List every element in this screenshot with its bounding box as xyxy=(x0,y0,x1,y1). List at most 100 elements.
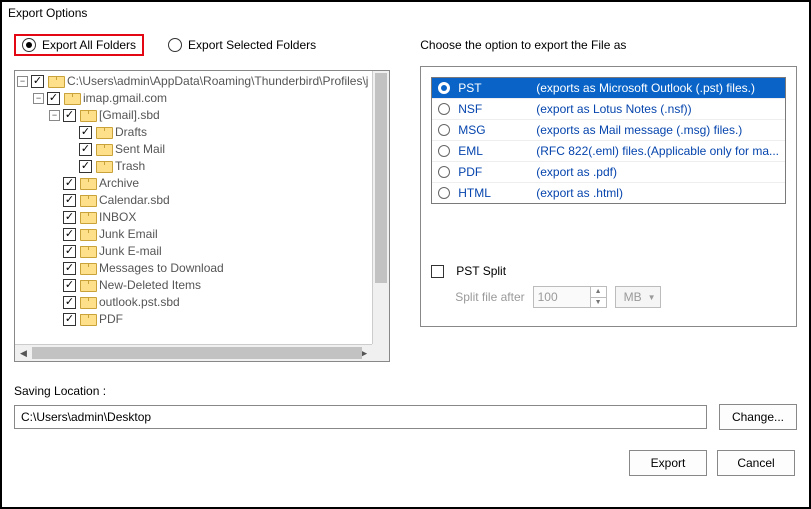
tree-row-junk-e-mail[interactable]: Junk E-mail xyxy=(17,243,372,260)
checkbox[interactable] xyxy=(31,75,44,88)
checkbox[interactable] xyxy=(63,313,76,326)
scrollbar-thumb[interactable] xyxy=(32,347,362,359)
scrollbar-thumb[interactable] xyxy=(375,73,387,283)
choose-format-label: Choose the option to export the File as xyxy=(420,38,797,52)
radio-icon xyxy=(438,124,450,136)
tree-label: Junk E-mail xyxy=(99,243,162,260)
tree-label: Calendar.sbd xyxy=(99,192,170,209)
tree-row-archive[interactable]: Archive xyxy=(17,175,372,192)
tree-row-messages-to-download[interactable]: Messages to Download xyxy=(17,260,372,277)
mode-radio-row: Export All Folders Export Selected Folde… xyxy=(14,34,390,56)
radio-export-selected[interactable]: Export Selected Folders xyxy=(164,36,320,54)
collapse-icon[interactable]: − xyxy=(49,110,60,121)
split-size-input[interactable] xyxy=(534,287,590,307)
format-description: (export as .html) xyxy=(536,186,779,200)
folder-icon xyxy=(80,178,95,190)
checkbox[interactable] xyxy=(63,109,76,122)
collapse-icon[interactable]: − xyxy=(17,76,28,87)
split-unit-select[interactable]: MB ▼ xyxy=(615,286,661,308)
tree-label: Junk Email xyxy=(99,226,158,243)
radio-dot-icon xyxy=(168,38,182,52)
tree-label: C:\Users\admin\AppData\Roaming\Thunderbi… xyxy=(67,73,368,90)
checkbox[interactable] xyxy=(79,160,92,173)
format-description: (exports as Mail message (.msg) files.) xyxy=(536,123,779,137)
cancel-button[interactable]: Cancel xyxy=(717,450,795,476)
folder-icon xyxy=(96,127,111,139)
checkbox[interactable] xyxy=(63,228,76,241)
format-description: (export as Lotus Notes (.nsf)) xyxy=(536,102,779,116)
export-button[interactable]: Export xyxy=(629,450,707,476)
folder-icon xyxy=(80,314,95,326)
tree-row-gmail-sbd[interactable]: − [Gmail].sbd xyxy=(17,107,372,124)
checkbox[interactable] xyxy=(63,177,76,190)
format-option-nsf[interactable]: NSF (export as Lotus Notes (.nsf)) xyxy=(432,99,785,120)
tree-row-new-deleted[interactable]: New-Deleted Items xyxy=(17,277,372,294)
tree-row-inbox[interactable]: INBOX xyxy=(17,209,372,226)
format-option-msg[interactable]: MSG(exports as Mail message (.msg) files… xyxy=(432,120,785,141)
checkbox[interactable] xyxy=(63,279,76,292)
pst-split-label: PST Split xyxy=(456,264,506,278)
pst-split-controls: Split file after ▲ ▼ MB ▼ xyxy=(455,286,786,308)
radio-export-selected-label: Export Selected Folders xyxy=(188,38,316,52)
change-button[interactable]: Change... xyxy=(719,404,797,430)
radio-dot-icon xyxy=(22,38,36,52)
scroll-left-icon[interactable]: ◀ xyxy=(15,345,32,362)
checkbox[interactable] xyxy=(63,245,76,258)
folder-icon xyxy=(48,76,63,88)
format-option-eml[interactable]: EML(RFC 822(.eml) files.(Applicable only… xyxy=(432,141,785,162)
tree-label: INBOX xyxy=(99,209,136,226)
saving-path-input[interactable] xyxy=(14,405,707,429)
format-option-html[interactable]: HTML(export as .html) xyxy=(432,183,785,203)
checkbox[interactable] xyxy=(47,92,60,105)
scroll-corner xyxy=(372,344,389,361)
checkbox[interactable] xyxy=(63,262,76,275)
tree-row-account[interactable]: − imap.gmail.com xyxy=(17,90,372,107)
tree-label: PDF xyxy=(99,311,123,328)
spin-down-icon[interactable]: ▼ xyxy=(591,298,606,308)
checkbox[interactable] xyxy=(63,194,76,207)
format-name: NSF xyxy=(458,102,528,116)
format-description: (export as .pdf) xyxy=(536,165,779,179)
horizontal-scrollbar[interactable]: ◀ ▶ xyxy=(15,344,372,361)
tree-label: [Gmail].sbd xyxy=(99,107,160,124)
folder-icon xyxy=(80,195,95,207)
vertical-scrollbar[interactable] xyxy=(372,71,389,344)
left-column: Export All Folders Export Selected Folde… xyxy=(14,34,390,362)
pst-split-checkbox[interactable] xyxy=(431,265,444,278)
tree-row-trash[interactable]: Trash xyxy=(17,158,372,175)
folder-tree-viewport[interactable]: − C:\Users\admin\AppData\Roaming\Thunder… xyxy=(15,71,372,344)
window-title: Export Options xyxy=(2,2,809,24)
tree-row-outlook-pst-sbd[interactable]: outlook.pst.sbd xyxy=(17,294,372,311)
tree-label: New-Deleted Items xyxy=(99,277,201,294)
checkbox[interactable] xyxy=(63,296,76,309)
checkbox[interactable] xyxy=(63,211,76,224)
pst-split-row: PST Split xyxy=(431,264,786,278)
tree-row-junk-email[interactable]: Junk Email xyxy=(17,226,372,243)
tree-row-root[interactable]: − C:\Users\admin\AppData\Roaming\Thunder… xyxy=(17,73,372,90)
export-options-dialog: Export Options Export All Folders Export… xyxy=(0,0,811,509)
format-description: (exports as Microsoft Outlook (.pst) fil… xyxy=(536,81,779,95)
checkbox[interactable] xyxy=(79,126,92,139)
format-option-pdf[interactable]: PDF(export as .pdf) xyxy=(432,162,785,183)
folder-icon xyxy=(80,297,95,309)
tree-row-pdf[interactable]: PDF xyxy=(17,311,372,328)
tree-row-sent-mail[interactable]: Sent Mail xyxy=(17,141,372,158)
radio-icon xyxy=(438,187,450,199)
folder-icon xyxy=(96,144,111,156)
folder-tree: − C:\Users\admin\AppData\Roaming\Thunder… xyxy=(14,70,390,362)
folder-icon xyxy=(80,280,95,292)
format-option-pst[interactable]: PST(exports as Microsoft Outlook (.pst) … xyxy=(432,78,785,99)
radio-export-all[interactable]: Export All Folders xyxy=(14,34,144,56)
radio-export-all-label: Export All Folders xyxy=(42,38,136,52)
scrollbar-track[interactable] xyxy=(32,345,355,361)
tree-row-drafts[interactable]: Drafts xyxy=(17,124,372,141)
tree-label: imap.gmail.com xyxy=(83,90,167,107)
checkbox[interactable] xyxy=(79,143,92,156)
right-column: Choose the option to export the File as … xyxy=(420,34,797,327)
tree-row-calendar-sbd[interactable]: Calendar.sbd xyxy=(17,192,372,209)
folder-icon xyxy=(80,229,95,241)
format-name: EML xyxy=(458,144,528,158)
format-list: PST(exports as Microsoft Outlook (.pst) … xyxy=(431,77,786,204)
collapse-icon[interactable]: − xyxy=(33,93,44,104)
spin-up-icon[interactable]: ▲ xyxy=(591,287,606,298)
